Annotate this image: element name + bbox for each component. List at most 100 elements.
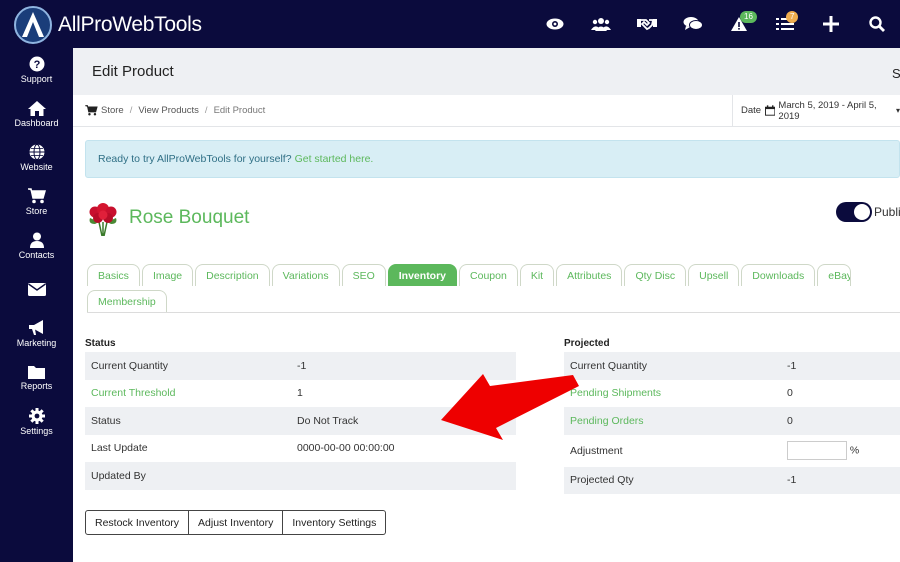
- tab-inventory[interactable]: Inventory: [387, 264, 458, 286]
- breadcrumb-edit-product: Edit Product: [213, 105, 266, 116]
- users-icon[interactable]: [578, 0, 624, 48]
- toggle-switch[interactable]: [836, 202, 872, 222]
- date-range-value: March 5, 2019 - April 5, 2019: [778, 99, 877, 122]
- pending-shipments-link[interactable]: Pending Shipments: [564, 380, 781, 408]
- sidebar-item-store[interactable]: Store: [0, 180, 73, 224]
- info-alert: Ready to try AllProWebTools for yourself…: [85, 140, 900, 178]
- adjustment-cell: %: [781, 435, 900, 467]
- status-title: Status: [85, 338, 116, 349]
- current-threshold-link[interactable]: Current Threshold: [85, 380, 291, 408]
- header-right-text[interactable]: S: [892, 66, 900, 81]
- sidebar-item-label: Reports: [20, 381, 53, 391]
- person-icon: [29, 232, 44, 248]
- projected-title: Projected: [564, 338, 610, 349]
- alert-icon[interactable]: 16: [716, 0, 762, 48]
- question-icon: ?: [29, 56, 44, 72]
- tab-image[interactable]: Image: [141, 264, 194, 286]
- search-icon[interactable]: [854, 0, 900, 48]
- sidebar-item-label: Marketing: [16, 338, 57, 348]
- plus-icon[interactable]: [808, 0, 854, 48]
- folder-icon: [27, 366, 45, 379]
- logo-icon: [14, 6, 52, 44]
- projected-value: -1: [781, 352, 900, 380]
- status-label: Status: [85, 407, 291, 435]
- status-label: Updated By: [85, 462, 291, 490]
- top-navbar: AllProWebTools 16 7: [0, 0, 900, 48]
- annotation-arrow: [441, 374, 579, 440]
- main-content: Edit Product S Store / View Products / E…: [73, 48, 900, 562]
- handshake-icon[interactable]: [624, 0, 670, 48]
- pending-orders-link[interactable]: Pending Orders: [564, 407, 781, 435]
- breadcrumb-store[interactable]: Store: [101, 105, 124, 116]
- projected-section: Projected Current Quantity -1 Pending Sh…: [564, 338, 900, 494]
- sidebar-item-website[interactable]: Website: [0, 136, 73, 180]
- sidebar-item-support[interactable]: ? Support: [0, 48, 73, 92]
- get-started-link[interactable]: Get started here.: [295, 153, 374, 165]
- tab-row-1: Basics Image Description Variations SEO …: [87, 262, 900, 286]
- alerts-count-badge: 16: [740, 11, 757, 23]
- chat-icon[interactable]: [670, 0, 716, 48]
- date-label: Date: [741, 105, 762, 116]
- projected-label: Projected Qty: [564, 466, 781, 494]
- table-row: Current Quantity -1: [564, 352, 900, 380]
- sidebar-item-dashboard[interactable]: Dashboard: [0, 92, 73, 136]
- projected-label: Current Quantity: [564, 352, 781, 380]
- product-name: Rose Bouquet: [129, 207, 250, 228]
- tab-ebay[interactable]: eBay: [817, 264, 852, 286]
- tab-variations[interactable]: Variations: [271, 264, 340, 286]
- tab-seo[interactable]: SEO: [341, 264, 386, 286]
- tab-basics[interactable]: Basics: [87, 264, 140, 286]
- adjust-inventory-button[interactable]: Adjust Inventory: [189, 510, 284, 535]
- tab-downloads[interactable]: Downloads: [741, 264, 816, 286]
- projected-table: Current Quantity -1 Pending Shipments 0 …: [564, 352, 900, 494]
- tab-membership[interactable]: Membership: [87, 290, 167, 312]
- restock-inventory-button[interactable]: Restock Inventory: [85, 510, 190, 535]
- sidebar-item-mail[interactable]: [0, 268, 73, 312]
- table-row: Projected Qty -1: [564, 466, 900, 494]
- projected-value: 0: [787, 387, 793, 400]
- sidebar-item-settings[interactable]: Settings: [0, 400, 73, 444]
- status-value: [291, 462, 516, 490]
- projected-label: Adjustment: [570, 444, 623, 457]
- tab-qty-disc[interactable]: Qty Disc: [624, 264, 687, 286]
- tab-upsell[interactable]: Upsell: [688, 264, 740, 286]
- sidebar-item-label: Website: [20, 162, 53, 172]
- date-range-picker[interactable]: Date March 5, 2019 - April 5, 2019 ▾: [732, 95, 900, 126]
- sidebar-item-label: Support: [20, 74, 53, 84]
- eye-icon[interactable]: [532, 0, 578, 48]
- breadcrumb: Store / View Products / Edit Product Dat…: [73, 95, 900, 127]
- sidebar-item-label: Store: [25, 206, 48, 216]
- app-logo[interactable]: AllProWebTools: [14, 6, 202, 44]
- sidebar-item-label: Dashboard: [14, 117, 59, 128]
- tab-coupon[interactable]: Coupon: [459, 264, 518, 286]
- inventory-settings-button[interactable]: Inventory Settings: [283, 510, 387, 535]
- projected-value: 0: [781, 407, 900, 435]
- cart-icon: [85, 105, 98, 116]
- tab-kit[interactable]: Kit: [519, 264, 555, 286]
- sidebar-item-contacts[interactable]: Contacts: [0, 224, 73, 268]
- sidebar-item-marketing[interactable]: Marketing: [0, 312, 73, 356]
- breadcrumb-view-products[interactable]: View Products: [138, 105, 199, 116]
- home-icon: [27, 100, 46, 116]
- tab-description[interactable]: Description: [195, 264, 270, 286]
- table-row: Adjustment %: [564, 435, 900, 467]
- cart-icon: [27, 188, 46, 204]
- breadcrumb-separator: /: [204, 105, 208, 116]
- gear-icon: [28, 408, 45, 424]
- product-thumbnail: [89, 203, 117, 236]
- sidebar-item-label: Settings: [20, 426, 53, 436]
- publish-toggle[interactable]: Publi: [836, 202, 900, 222]
- table-row: Updated By: [85, 462, 516, 490]
- tasks-icon[interactable]: 7: [762, 0, 808, 48]
- sidebar-item-reports[interactable]: Reports: [0, 356, 73, 400]
- page-title: Edit Product: [92, 63, 174, 80]
- calendar-icon: [765, 105, 776, 116]
- mail-icon: [27, 282, 46, 296]
- status-label: Last Update: [91, 442, 148, 455]
- chevron-down-icon: ▾: [895, 106, 900, 115]
- sidebar-item-label: Contacts: [18, 250, 55, 260]
- adjustment-input[interactable]: [787, 441, 847, 460]
- tab-row-2: Membership: [87, 286, 900, 313]
- tab-attributes[interactable]: Attributes: [556, 264, 623, 286]
- sidebar: ? Support Dashboard Website Store Contac…: [0, 48, 73, 562]
